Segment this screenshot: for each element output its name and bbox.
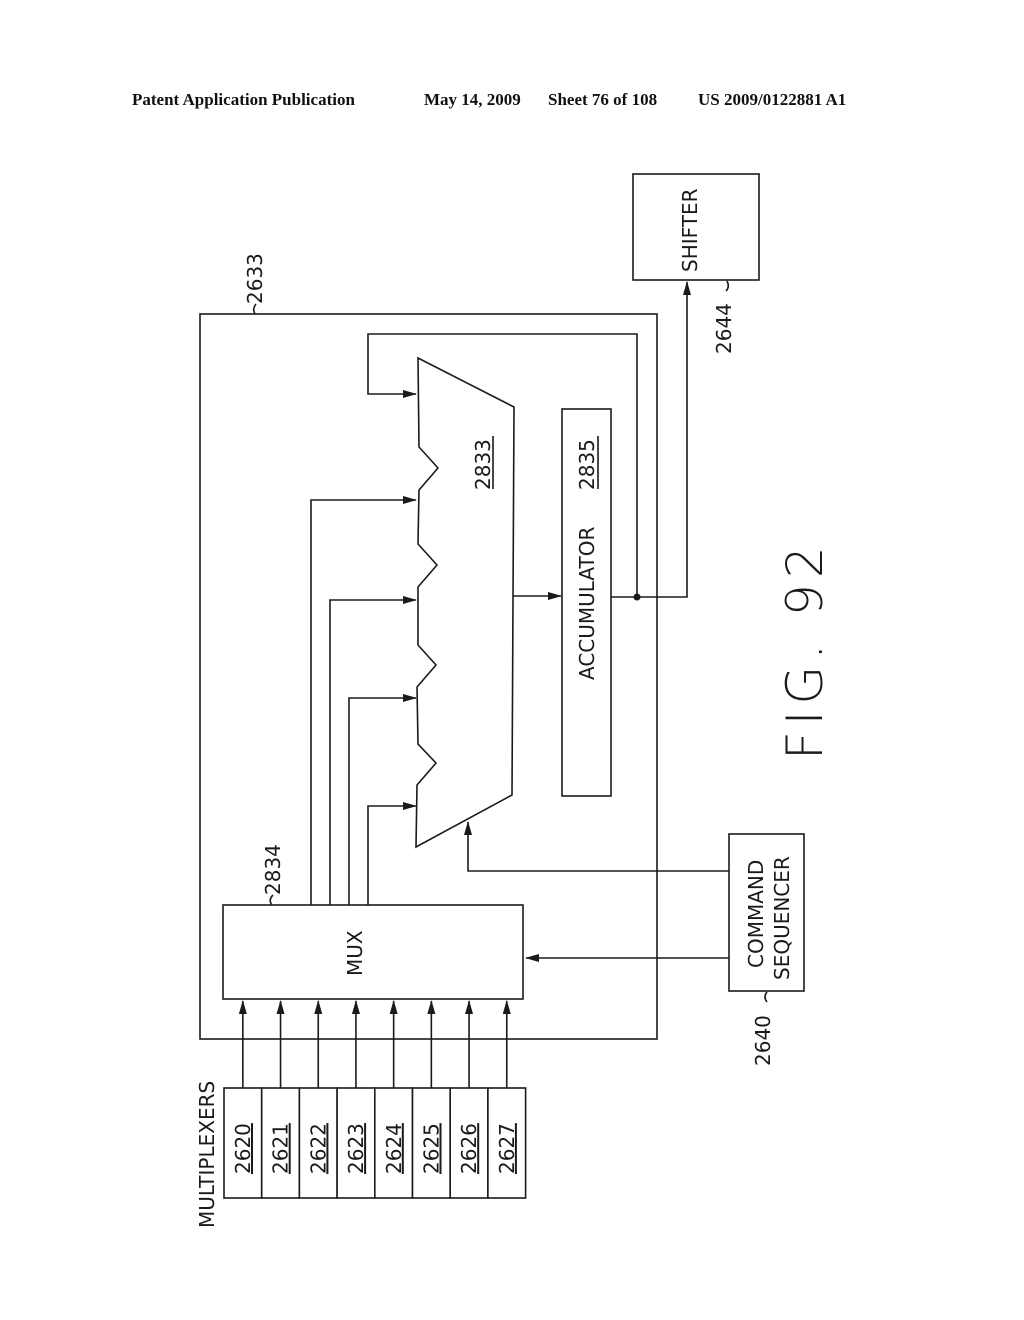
junction-dot <box>633 593 641 601</box>
multiplexer-ref: 2623 <box>344 1123 368 1174</box>
mux-label: MUX <box>343 930 367 976</box>
multiplexer-ref: 2625 <box>420 1123 444 1174</box>
multiplexer-input-wires <box>238 1000 511 1088</box>
command-sequencer-label-2: SEQUENCER <box>770 856 794 980</box>
mux-to-alu-wire-4 <box>367 802 417 907</box>
multiplexers-bank: 2620 2621 2622 2623 2624 2625 2626 2627 <box>223 1087 527 1199</box>
multiplexer-ref: 2622 <box>306 1123 330 1174</box>
shifter-ref-leader <box>725 280 730 292</box>
figure-caption: FIG. 92 <box>776 540 834 760</box>
multiplexers-label: MULTIPLEXERS <box>195 1081 219 1228</box>
frame-ref: 2633 <box>243 253 267 304</box>
mux-ref: 2834 <box>261 844 285 895</box>
mux-to-alu-wire-2 <box>329 596 417 907</box>
mux-block <box>222 904 524 1000</box>
multiplexer-ref: 2627 <box>495 1123 519 1174</box>
accumulator-ref: 2835 <box>575 439 599 490</box>
multiplexer-ref: 2620 <box>231 1123 255 1174</box>
multiplexer-ref: 2626 <box>457 1123 481 1174</box>
sequencer-ref-leader <box>764 991 768 1003</box>
accumulator-to-shifter-wire <box>611 281 691 598</box>
block-diagram: SHIFTER 2644 2633 2833 ACCUMULATOR 2835 … <box>195 173 834 1228</box>
shifter-label: SHIFTER <box>678 188 702 272</box>
accumulator-label: ACCUMULATOR <box>575 527 599 680</box>
mux-to-alu-wire-3 <box>348 694 417 907</box>
mux-ref-leader <box>269 894 274 906</box>
alu-ref: 2833 <box>471 439 495 490</box>
sequencer-ref: 2640 <box>751 1015 775 1066</box>
command-sequencer-label-1: COMMAND <box>744 860 768 968</box>
multiplexer-ref: 2624 <box>382 1123 406 1174</box>
multiplexer-ref: 2621 <box>269 1123 293 1174</box>
mux-to-alu-wire-1 <box>310 496 417 907</box>
sequencer-to-alu-wire <box>464 821 729 872</box>
alu-2833 <box>415 356 515 849</box>
shifter-ref: 2644 <box>712 303 736 354</box>
frame-ref-leader <box>252 303 257 315</box>
